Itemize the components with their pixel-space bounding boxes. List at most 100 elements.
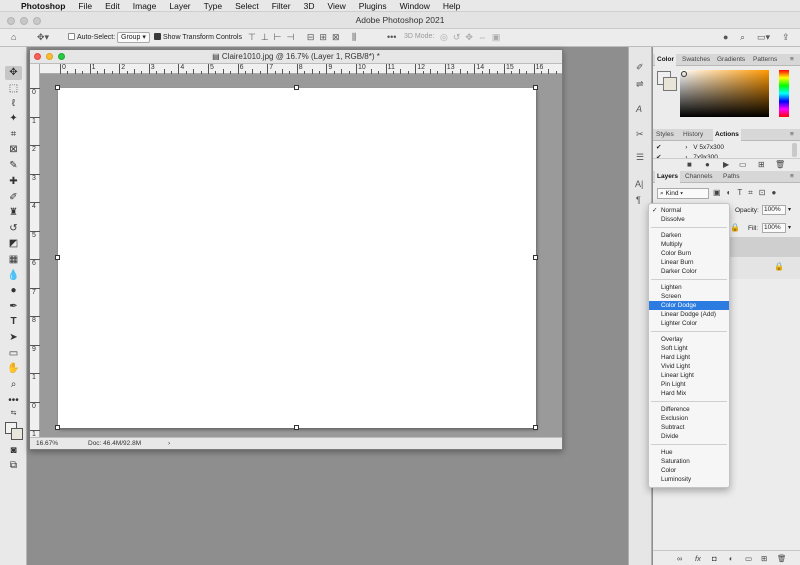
record-icon[interactable]: ●	[705, 160, 710, 169]
layer-mask-icon[interactable]: ◘	[712, 554, 717, 563]
transform-handle[interactable]	[55, 85, 60, 90]
workspace-icon[interactable]: ▭▾	[757, 32, 770, 43]
healing-brush-icon[interactable]: ✚	[5, 175, 22, 189]
blend-mode-option[interactable]: Divide	[649, 432, 729, 441]
menu-plugins[interactable]: Plugins	[359, 1, 387, 11]
panel-menu-icon[interactable]: ≡	[790, 171, 794, 183]
menu-help[interactable]: Help	[443, 1, 460, 11]
tab-patterns[interactable]: Patterns	[753, 54, 777, 66]
blend-mode-option[interactable]: Darken	[649, 231, 729, 240]
disclosure-icon[interactable]: ›	[685, 144, 687, 151]
document-close-button[interactable]	[34, 53, 41, 60]
blend-mode-option[interactable]: Lighten	[649, 283, 729, 292]
menu-filter[interactable]: Filter	[272, 1, 291, 11]
move-tool-preset-icon[interactable]: ✥▾	[37, 32, 49, 43]
3d-mode-icons[interactable]: ◎↺✥⇔▣	[440, 32, 505, 43]
tab-channels[interactable]: Channels	[685, 171, 712, 183]
blend-mode-option[interactable]: Color Burn	[649, 249, 729, 258]
menu-select[interactable]: Select	[235, 1, 259, 11]
new-set-icon[interactable]: ▭	[739, 160, 747, 169]
delete-layer-icon[interactable]: 🗑	[777, 554, 787, 563]
auto-select-dropdown[interactable]: Group ▾	[117, 32, 150, 43]
vertical-ruler[interactable]: 0123456789101	[30, 64, 40, 438]
new-layer-icon[interactable]: ⊞	[761, 554, 767, 563]
hue-slider[interactable]	[779, 70, 789, 117]
background-color-swatch[interactable]	[11, 428, 23, 440]
menu-view[interactable]: View	[327, 1, 345, 11]
status-chevron-icon[interactable]: ›	[168, 438, 170, 450]
auto-select-checkbox[interactable]: Auto-Select:	[68, 33, 115, 41]
path-select-icon[interactable]: ➤	[5, 331, 22, 345]
blend-mode-option[interactable]: Linear Dodge (Add)	[649, 310, 729, 319]
dodge-tool-icon[interactable]: ●	[5, 284, 22, 298]
transform-handle[interactable]	[533, 255, 538, 260]
blend-mode-option[interactable]: Dissolve	[649, 215, 729, 224]
tab-actions[interactable]: Actions	[713, 129, 741, 141]
new-action-icon[interactable]: ⊞	[758, 160, 765, 169]
menu-file[interactable]: File	[78, 1, 92, 11]
play-icon[interactable]: ▶	[723, 160, 729, 169]
eyedropper-icon[interactable]: ✎	[5, 159, 22, 173]
zoom-level[interactable]: 16.67%	[36, 438, 58, 450]
blend-mode-option[interactable]: Difference	[649, 405, 729, 414]
history-brush-icon[interactable]: ↺	[5, 222, 22, 236]
show-transform-checkbox[interactable]: Show Transform Controls	[154, 33, 242, 41]
blend-mode-option[interactable]: Hue	[649, 448, 729, 457]
blend-mode-option[interactable]: Screen	[649, 292, 729, 301]
action-set-row[interactable]: ✔ › V 5x7x300	[656, 143, 788, 153]
blend-mode-option[interactable]: Soft Light	[649, 344, 729, 353]
character-icon[interactable]: A	[636, 104, 642, 114]
tab-swatches[interactable]: Swatches	[682, 54, 710, 66]
opacity-chevron-icon[interactable]: ▾	[788, 206, 791, 213]
search-icon[interactable]: ⌕	[740, 32, 745, 43]
transform-handle[interactable]	[533, 425, 538, 430]
share-icon[interactable]: ⇪	[782, 32, 790, 43]
account-icon[interactable]: ●	[723, 32, 728, 42]
type-panel-icon[interactable]: A|	[635, 179, 643, 189]
trash-icon[interactable]: 🗑	[775, 160, 785, 169]
blend-mode-option[interactable]: Hard Mix	[649, 389, 729, 398]
blend-mode-option[interactable]: Overlay	[649, 335, 729, 344]
menu-layer[interactable]: Layer	[169, 1, 190, 11]
layer-filter-dropdown[interactable]: ⌕ Kind ▾	[657, 188, 709, 199]
horizontal-ruler[interactable]: 0 1 2 3 4 5 6 7 8 9 10 11 12 13 14 15 16	[40, 64, 562, 74]
canvas[interactable]	[55, 85, 538, 430]
transform-handle[interactable]	[294, 425, 299, 430]
screen-mode-icon[interactable]: ⧉	[5, 459, 22, 473]
blend-mode-option[interactable]: Exclusion	[649, 414, 729, 423]
magic-wand-icon[interactable]: ✦	[5, 112, 22, 126]
transform-handle[interactable]	[533, 85, 538, 90]
tab-color[interactable]: Color	[655, 54, 676, 66]
properties-icon[interactable]: ☰	[636, 152, 644, 163]
swap-colors-icon[interactable]: ⇆	[5, 407, 22, 421]
blend-mode-option[interactable]: Linear Burn	[649, 258, 729, 267]
blend-mode-option[interactable]: Color Dodge	[649, 301, 729, 310]
menu-type[interactable]: Type	[204, 1, 222, 11]
document-minimize-button[interactable]	[46, 53, 53, 60]
blend-mode-option[interactable]: Hard Light	[649, 353, 729, 362]
fx-icon[interactable]: fx	[695, 554, 701, 563]
brush-settings-icon[interactable]: ✐	[636, 62, 644, 73]
paragraph-icon[interactable]: ¶	[636, 195, 641, 205]
type-tool-icon[interactable]: T	[5, 315, 22, 329]
tab-paths[interactable]: Paths	[723, 171, 740, 183]
frame-tool-icon[interactable]: ⊠	[5, 143, 22, 157]
zoom-window-button[interactable]	[33, 17, 41, 25]
group-folder-icon[interactable]: ▭	[745, 554, 752, 563]
opacity-field[interactable]: 100%	[762, 205, 786, 215]
more-tools-icon[interactable]: •••	[5, 394, 22, 408]
bg-color-chip[interactable]	[663, 77, 677, 91]
move-tool-icon[interactable]: ✥	[5, 66, 22, 80]
adjustment-layer-icon[interactable]: ◐	[729, 554, 734, 563]
minimize-window-button[interactable]	[20, 17, 28, 25]
home-icon[interactable]: ⌂	[11, 32, 16, 42]
adjustments-icon[interactable]: ⇌	[636, 79, 644, 90]
fill-chevron-icon[interactable]: ▾	[788, 224, 791, 231]
tab-styles[interactable]: Styles	[656, 129, 674, 141]
pen-tool-icon[interactable]: ✒	[5, 300, 22, 314]
blend-mode-option[interactable]: Linear Light	[649, 371, 729, 380]
lock-icon[interactable]: 🔒	[730, 223, 740, 232]
menu-window[interactable]: Window	[400, 1, 430, 11]
blend-mode-option[interactable]: Multiply	[649, 240, 729, 249]
close-window-button[interactable]	[7, 17, 15, 25]
